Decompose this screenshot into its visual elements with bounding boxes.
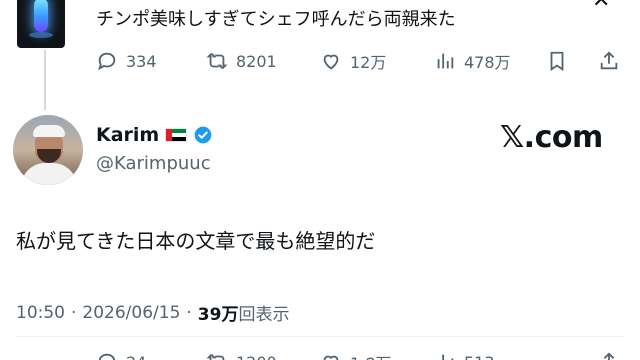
repost-button[interactable]: 8201 (206, 50, 277, 72)
like-button[interactable]: 12万 (320, 49, 386, 73)
author-avatar[interactable] (13, 115, 83, 185)
tweet-views-label: 回表示 (238, 305, 290, 325)
tweet-views-count: 39万 (197, 305, 239, 325)
tweet-meta: 10:50 · 2026/06/15 · 39万回表示 (16, 300, 290, 326)
repost-button[interactable]: 1200 (206, 351, 277, 360)
views-button[interactable]: 478万 (434, 49, 511, 73)
verified-badge-icon (194, 126, 212, 144)
previous-tweet-avatar[interactable] (17, 0, 65, 48)
meta-divider (16, 336, 624, 337)
share-icon (603, 352, 615, 360)
views-icon (442, 354, 454, 360)
author-name[interactable]: Karim (96, 124, 159, 146)
reply-icon (98, 353, 116, 360)
repost-count: 8201 (236, 51, 277, 71)
share-icon (600, 51, 618, 70)
avatar-glow-base (29, 32, 53, 38)
bookmark-button[interactable] (546, 50, 568, 72)
avatar-body (21, 163, 77, 185)
heart-icon (323, 54, 339, 70)
views-icon (437, 53, 454, 69)
author-name-row: Karim (96, 124, 213, 146)
like-button[interactable]: 1.8万 (320, 350, 391, 360)
author-handle[interactable]: @Karimpuuc (96, 153, 211, 174)
meta-separator: · (71, 302, 77, 323)
reply-count: 24 (126, 353, 146, 360)
reply-button[interactable]: 24 (96, 351, 146, 360)
close-icon[interactable]: ✕ (592, 0, 610, 13)
thread-connector-line (44, 50, 46, 110)
reply-button[interactable]: 334 (96, 50, 157, 72)
like-count: 12万 (350, 53, 387, 72)
x-com-watermark: 𝕏.com (500, 120, 603, 155)
views-count: 513 (464, 353, 495, 360)
heart-icon (323, 355, 339, 360)
share-button[interactable] (598, 50, 620, 72)
reply-icon (98, 52, 116, 71)
avatar-glow-figure (34, 0, 48, 32)
bookmark-icon (550, 51, 564, 71)
tweet-date[interactable]: 2026/06/15 (82, 303, 180, 323)
views-button[interactable]: 513 (434, 351, 495, 360)
views-count: 478万 (464, 53, 511, 72)
repost-icon (206, 53, 228, 69)
avatar-cap (33, 125, 65, 137)
reply-count: 334 (126, 51, 157, 71)
meta-separator-2: · (186, 302, 192, 323)
tweet-time[interactable]: 10:50 (16, 303, 65, 323)
previous-tweet-actions: 334 8201 12万 478万 (96, 46, 626, 76)
tweet-text: 私が見てきた日本の文章で最も絶望的だ (16, 229, 376, 253)
repost-count: 1200 (236, 353, 277, 360)
uae-flag-icon (165, 128, 188, 142)
share-button[interactable] (598, 351, 620, 360)
repost-icon (206, 354, 225, 360)
tweet-actions: 24 1200 1.8万 513 (96, 350, 626, 360)
like-count: 1.8万 (350, 350, 391, 360)
previous-tweet-text: チンポ美味しすぎてシェフ呼んだら両親来た (96, 9, 456, 30)
